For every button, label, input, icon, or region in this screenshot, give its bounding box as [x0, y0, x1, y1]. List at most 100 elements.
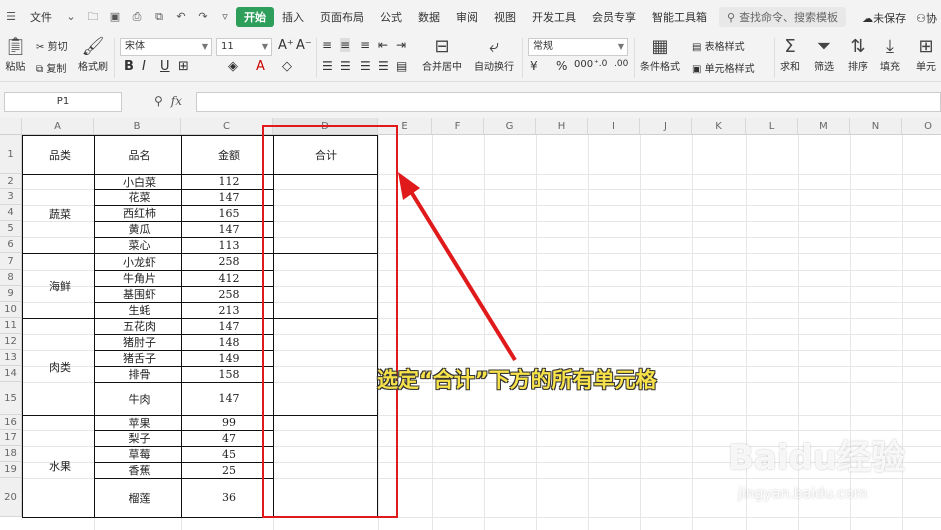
menu-file[interactable]: 文件: [22, 9, 60, 25]
column-header-c[interactable]: C: [181, 118, 273, 135]
tab-start[interactable]: 开始: [236, 7, 274, 27]
column-header-a[interactable]: A: [22, 118, 94, 135]
tab-review[interactable]: 审阅: [448, 9, 486, 25]
select-all-corner[interactable]: [0, 118, 22, 135]
font-grow-button[interactable]: A⁺: [278, 38, 294, 53]
formula-input[interactable]: [196, 92, 941, 112]
fx-button[interactable]: fx: [171, 94, 182, 108]
copy-button[interactable]: ⧉ 复制: [36, 60, 66, 75]
item-name-cell[interactable]: 西红柿: [96, 205, 183, 221]
row-header-19[interactable]: 19: [0, 462, 22, 478]
borders-icon[interactable]: ⊞: [178, 59, 189, 74]
thousands-icon[interactable]: 000: [574, 59, 593, 70]
font-name-select[interactable]: 宋体 ▼: [120, 38, 212, 56]
percent-icon[interactable]: %: [556, 59, 567, 73]
filter-button[interactable]: ⏷ 筛选: [814, 36, 834, 73]
zoom-search-icon[interactable]: ⚲: [154, 94, 163, 108]
bold-button[interactable]: B: [124, 59, 134, 74]
item-name-cell[interactable]: 小龙虾: [96, 253, 183, 270]
category-cell[interactable]: 肉类: [24, 318, 96, 415]
redo-icon[interactable]: ↷: [196, 10, 210, 24]
header-category[interactable]: 品类: [24, 135, 96, 174]
row-header-10[interactable]: 10: [0, 302, 22, 318]
hamburger-menu-icon[interactable]: ☰: [4, 10, 18, 24]
column-header-k[interactable]: K: [692, 118, 746, 135]
paste-button[interactable]: 📋︎ 粘贴: [4, 36, 27, 73]
column-header-l[interactable]: L: [746, 118, 798, 135]
tab-smart-toolbox[interactable]: 智能工具箱: [644, 9, 715, 25]
row-header-13[interactable]: 13: [0, 350, 22, 366]
item-name-cell[interactable]: 基围虾: [96, 286, 183, 302]
indent-increase-icon[interactable]: ⇥: [396, 38, 406, 52]
tab-page-layout[interactable]: 页面布局: [312, 9, 372, 25]
font-size-select[interactable]: 11 ▼: [216, 38, 272, 56]
row-header-16[interactable]: 16: [0, 415, 22, 430]
row-header-4[interactable]: 4: [0, 205, 22, 221]
currency-icon[interactable]: ¥: [530, 59, 538, 73]
column-header-g[interactable]: G: [484, 118, 536, 135]
align-middle-icon[interactable]: ≡: [340, 38, 351, 52]
row-header-8[interactable]: 8: [0, 270, 22, 286]
justify-icon[interactable]: ☰: [378, 59, 389, 73]
tab-view[interactable]: 视图: [486, 9, 524, 25]
column-header-n[interactable]: N: [850, 118, 902, 135]
row-header-7[interactable]: 7: [0, 253, 22, 270]
row-header-5[interactable]: 5: [0, 221, 22, 237]
collaborate-button[interactable]: ⚇协: [916, 10, 937, 26]
align-right-icon[interactable]: ☰: [360, 59, 371, 73]
tab-insert[interactable]: 插入: [274, 9, 312, 25]
category-cell[interactable]: 水果: [24, 415, 96, 517]
item-name-cell[interactable]: 五花肉: [96, 318, 183, 334]
row-header-15[interactable]: 15: [0, 382, 22, 415]
row-header-18[interactable]: 18: [0, 446, 22, 462]
row-header-12[interactable]: 12: [0, 334, 22, 350]
item-name-cell[interactable]: 香蕉: [96, 462, 183, 478]
italic-button[interactable]: I: [142, 59, 146, 74]
open-folder-icon[interactable]: 🗀: [86, 10, 100, 24]
font-color-icon[interactable]: A: [256, 59, 265, 74]
item-name-cell[interactable]: 生蚝: [96, 302, 183, 318]
fill-button[interactable]: ⤓ 填充: [880, 36, 900, 73]
column-header-j[interactable]: J: [640, 118, 692, 135]
tab-member[interactable]: 会员专享: [584, 9, 644, 25]
print-preview-icon[interactable]: ⧉: [152, 10, 166, 24]
merge-center-button[interactable]: ⊟ 合并居中: [422, 36, 462, 73]
fill-color-icon[interactable]: ◈: [228, 59, 238, 74]
item-name-cell[interactable]: 榴莲: [96, 478, 183, 517]
tab-developer[interactable]: 开发工具: [524, 9, 584, 25]
wrap-text-button[interactable]: ⤶ 自动换行: [474, 36, 514, 73]
align-top-icon[interactable]: ≡: [322, 38, 332, 52]
underline-button[interactable]: U: [160, 59, 170, 74]
align-bottom-icon[interactable]: ≡: [360, 38, 370, 52]
item-name-cell[interactable]: 花菜: [96, 189, 183, 205]
table-style-button[interactable]: ▤ 表格样式: [692, 38, 745, 53]
column-header-h[interactable]: H: [536, 118, 588, 135]
column-header-i[interactable]: I: [588, 118, 640, 135]
clear-format-icon[interactable]: ◇: [282, 59, 292, 74]
category-cell[interactable]: 蔬菜: [24, 174, 96, 253]
conditional-format-button[interactable]: ▦ 条件格式: [640, 36, 680, 73]
distribute-icon[interactable]: ▤: [396, 59, 407, 73]
item-name-cell[interactable]: 菜心: [96, 237, 183, 253]
item-name-cell[interactable]: 黄瓜: [96, 221, 183, 237]
row-header-20[interactable]: 20: [0, 478, 22, 517]
quick-access-more-icon[interactable]: ▿: [218, 10, 232, 24]
tab-formulas[interactable]: 公式: [372, 9, 410, 25]
column-header-f[interactable]: F: [432, 118, 484, 135]
indent-decrease-icon[interactable]: ⇤: [378, 38, 388, 52]
row-header-2[interactable]: 2: [0, 174, 22, 189]
sort-button[interactable]: ⇅ 排序: [848, 36, 868, 73]
chevron-down-icon[interactable]: ⌄: [64, 10, 78, 24]
row-header-1[interactable]: 1: [0, 135, 22, 174]
item-name-cell[interactable]: 猪舌子: [96, 350, 183, 366]
row-header-6[interactable]: 6: [0, 237, 22, 253]
font-shrink-button[interactable]: A⁻: [296, 38, 312, 53]
column-header-b[interactable]: B: [94, 118, 181, 135]
row-header-14[interactable]: 14: [0, 366, 22, 382]
category-cell[interactable]: 海鲜: [24, 253, 96, 318]
name-box[interactable]: P1: [4, 92, 122, 112]
row-header-3[interactable]: 3: [0, 189, 22, 205]
sum-button[interactable]: Σ 求和: [780, 36, 800, 73]
item-name-cell[interactable]: 苹果: [96, 415, 183, 430]
print-icon[interactable]: ⎙: [130, 10, 144, 24]
